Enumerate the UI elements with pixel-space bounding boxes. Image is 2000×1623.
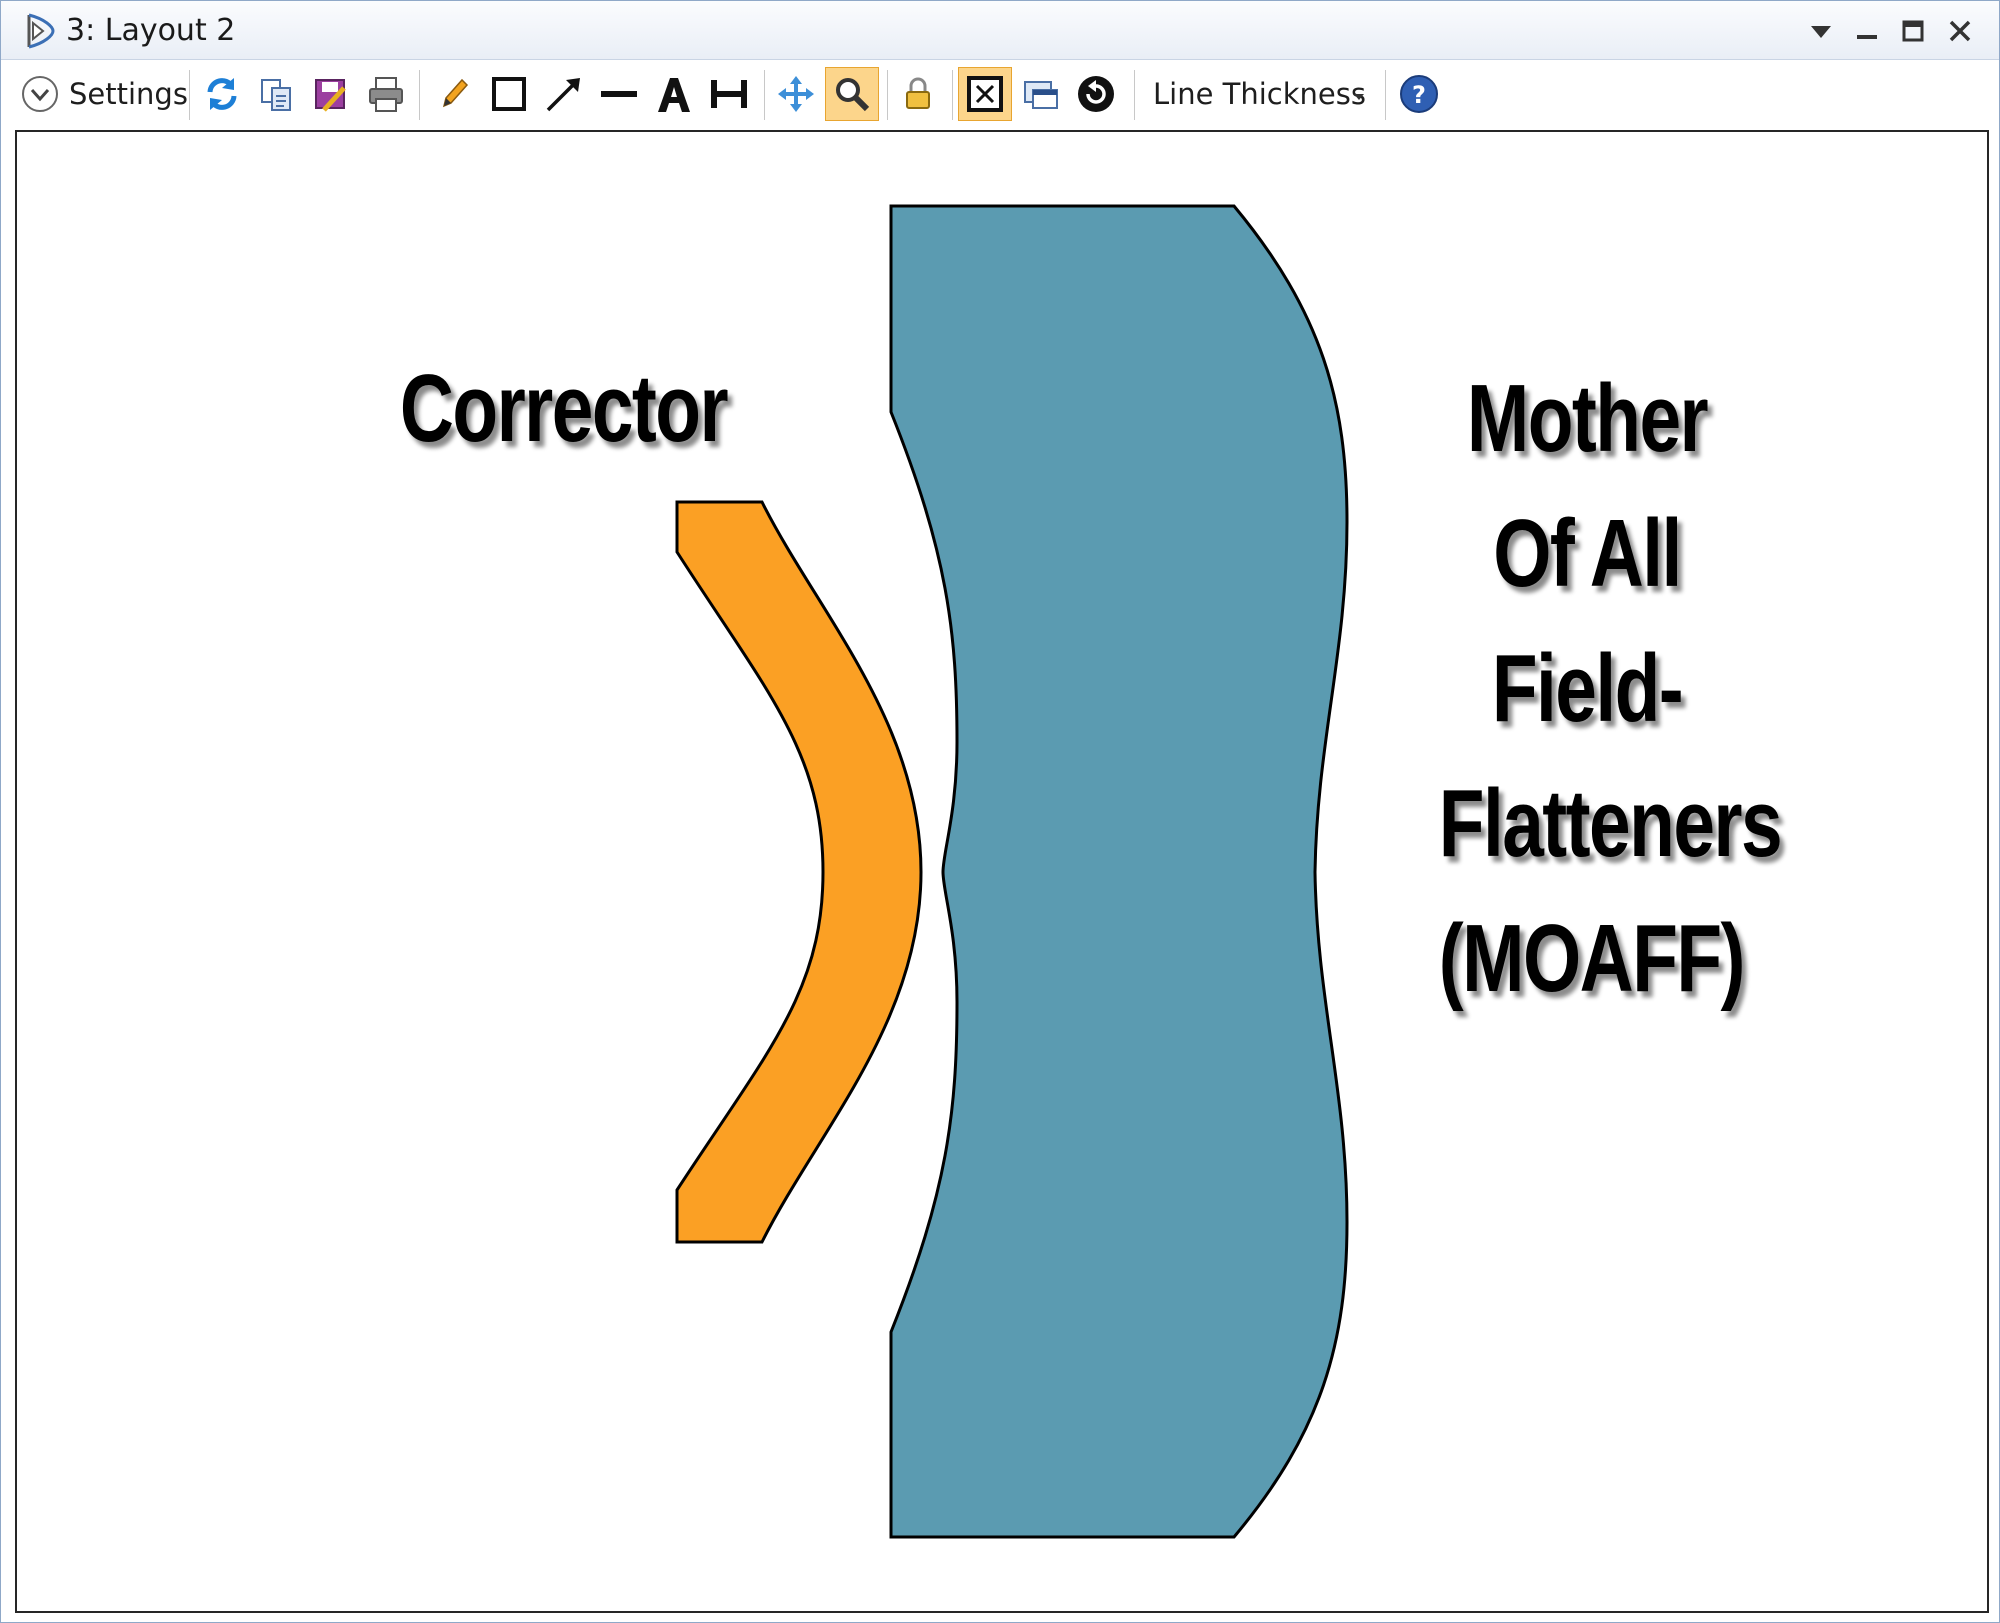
settings-expand-icon[interactable] bbox=[13, 67, 67, 121]
dimension-icon[interactable] bbox=[702, 67, 756, 121]
toolbar-separator bbox=[419, 70, 420, 120]
app-lens-icon bbox=[27, 13, 55, 49]
line-icon[interactable] bbox=[592, 67, 646, 121]
moaff-lens-element[interactable] bbox=[889, 204, 1349, 1539]
maximize-icon[interactable] bbox=[1893, 11, 1933, 51]
zoom-icon[interactable] bbox=[825, 67, 879, 121]
help-icon[interactable]: ? bbox=[1392, 67, 1446, 121]
line-thickness-dropdown[interactable]: Line Thickness bbox=[1153, 74, 1366, 114]
close-icon[interactable] bbox=[1940, 11, 1980, 51]
toolbar-separator bbox=[189, 70, 190, 120]
pencil-icon[interactable] bbox=[427, 67, 481, 121]
refresh-icon[interactable] bbox=[195, 67, 249, 121]
window-title: 3: Layout 2 bbox=[66, 13, 236, 48]
toolbar-separator bbox=[764, 70, 765, 120]
moaff-label-line-4: Flatteners bbox=[1438, 770, 1783, 877]
toolbar-separator bbox=[1134, 70, 1135, 120]
lock-icon[interactable] bbox=[891, 67, 945, 121]
moaff-label-line-1: Mother bbox=[1466, 365, 1709, 472]
corrector-lens-element[interactable] bbox=[675, 500, 923, 1244]
minimize-icon[interactable] bbox=[1847, 11, 1887, 51]
toolbar-separator bbox=[1385, 70, 1386, 120]
moaff-label-line-2: Of All bbox=[1493, 500, 1682, 607]
text-icon[interactable] bbox=[647, 67, 701, 121]
print-icon[interactable] bbox=[359, 67, 413, 121]
chevron-down-icon[interactable] bbox=[1801, 11, 1841, 51]
fit-icon[interactable] bbox=[958, 67, 1012, 121]
arrow-icon[interactable] bbox=[537, 67, 591, 121]
toolbar: Settings Line Thickness ? bbox=[1, 60, 1999, 128]
toolbar-separator bbox=[952, 70, 953, 120]
toolbar-separator bbox=[887, 70, 888, 120]
copy-icon[interactable] bbox=[249, 67, 303, 121]
moaff-label-line-5: (MOAFF) bbox=[1438, 905, 1746, 1012]
pan-icon[interactable] bbox=[769, 67, 823, 121]
svg-text:?: ? bbox=[1412, 81, 1426, 109]
save-icon[interactable] bbox=[303, 67, 357, 121]
dropdown-caret-icon[interactable] bbox=[1351, 88, 1367, 104]
window-icon[interactable] bbox=[1014, 67, 1068, 121]
title-bar: 3: Layout 2 bbox=[1, 1, 1999, 60]
reset-icon[interactable] bbox=[1069, 67, 1123, 121]
moaff-label-line-3: Field- bbox=[1491, 635, 1684, 742]
corrector-label: Corrector bbox=[399, 355, 729, 462]
rectangle-icon[interactable] bbox=[482, 67, 536, 121]
settings-button[interactable]: Settings bbox=[69, 74, 188, 114]
layout-window: 3: Layout 2 Settings Line Thickness ? Co… bbox=[0, 0, 2000, 1623]
layout-canvas[interactable]: Corrector Mother Of All Field- Flattener… bbox=[15, 130, 1989, 1613]
